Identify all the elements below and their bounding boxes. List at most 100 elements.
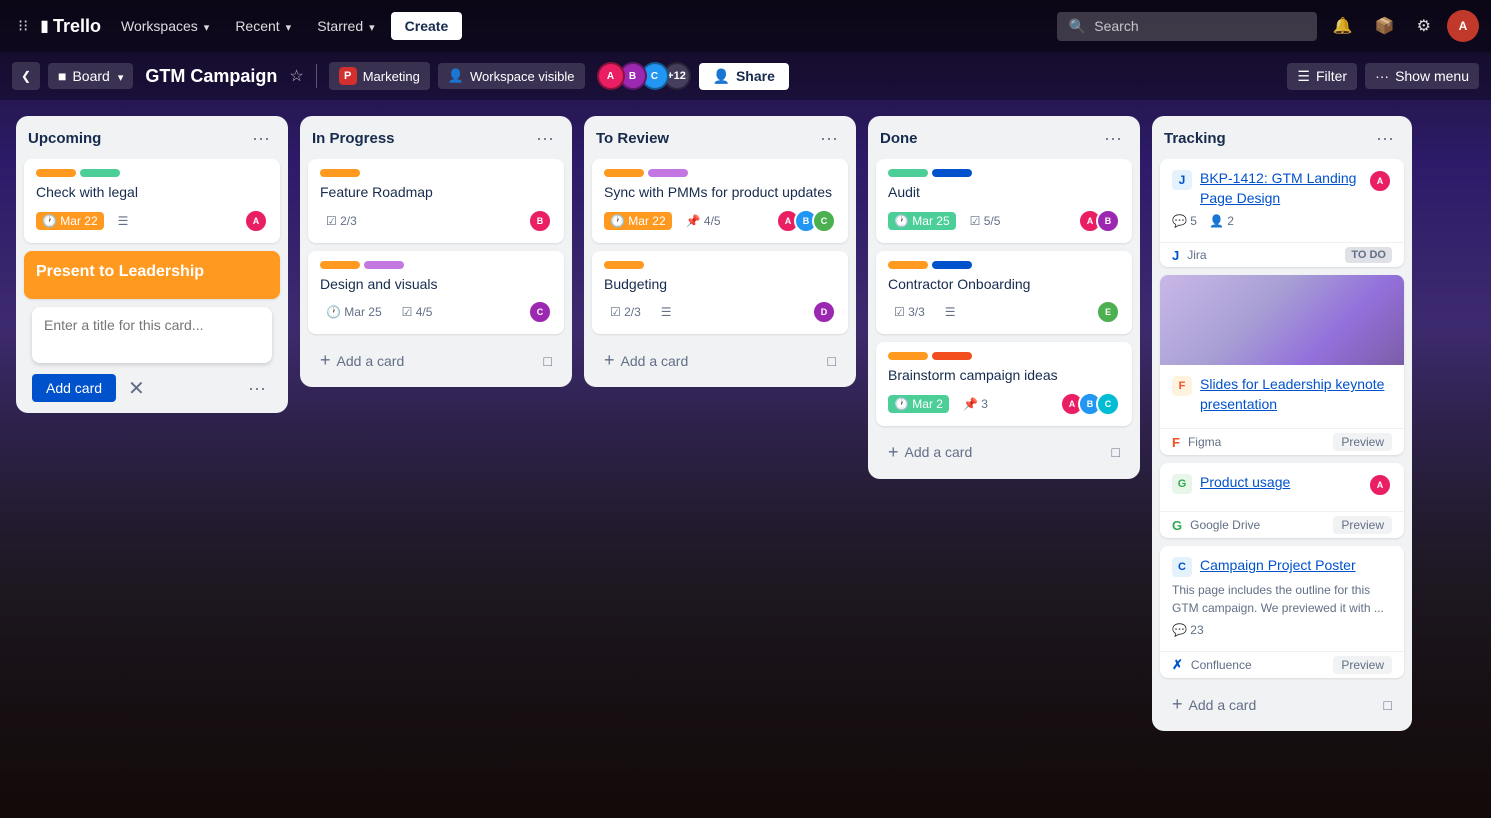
starred-nav[interactable]: Starred — [307, 12, 384, 40]
card-contractor-onboarding[interactable]: Contractor Onboarding ☑ 3/3 ☰ E — [876, 251, 1132, 335]
search-bar[interactable]: 🔍 — [1057, 12, 1317, 41]
list-menu-in-progress[interactable]: ··· — [530, 126, 560, 151]
settings-button[interactable]: ⚙ — [1411, 10, 1437, 42]
gdrive-source-icon: G — [1172, 518, 1182, 533]
preview-button-gdrive[interactable]: Preview — [1333, 516, 1392, 534]
card-desc-badge: ☰ — [939, 303, 962, 321]
show-menu-button[interactable]: ··· Show menu — [1365, 63, 1479, 89]
comment-count: 💬 23 — [1172, 623, 1204, 637]
source-name: Google Drive — [1190, 518, 1329, 532]
source-name: Jira — [1187, 248, 1341, 262]
list-menu-to-review[interactable]: ··· — [814, 126, 844, 151]
preview-button-confluence[interactable]: Preview — [1333, 656, 1392, 674]
tracking-card-title: Product usage — [1200, 473, 1364, 493]
card-desc-badge: ☰ — [655, 303, 678, 321]
list-menu-upcoming[interactable]: ··· — [246, 126, 276, 151]
card-brainstorm[interactable]: Brainstorm campaign ideas 🕐 Mar 2 📌 3 A … — [876, 342, 1132, 426]
label-green — [888, 169, 928, 177]
card-clips-badge: 📌 3 — [957, 395, 994, 413]
label-purple — [364, 261, 404, 269]
card-due-badge: 🕐 Mar 2 — [888, 395, 949, 413]
create-button[interactable]: Create — [391, 12, 463, 40]
card-avatar: B — [528, 209, 552, 233]
member-count: 👤 2 — [1209, 214, 1234, 228]
recent-nav[interactable]: Recent — [225, 12, 301, 40]
label-blue — [932, 261, 972, 269]
card-avatar: E — [1096, 300, 1120, 324]
tracking-card-avatar: A — [1368, 169, 1392, 193]
list-menu-tracking[interactable]: ··· — [1370, 126, 1400, 151]
source-name: Confluence — [1191, 658, 1329, 672]
star-board-button[interactable]: ☆ — [289, 66, 303, 86]
new-card-input[interactable] — [32, 307, 272, 363]
card-title: Design and visuals — [320, 275, 552, 295]
plus-icon: + — [1172, 694, 1183, 715]
card-due-badge: 🕐 Mar 25 — [888, 212, 956, 230]
board-view-label: Board — [72, 68, 109, 84]
label-orange — [320, 261, 360, 269]
card-feature-roadmap[interactable]: Feature Roadmap ☑ 2/3 B — [308, 159, 564, 243]
share-button[interactable]: 👤 Share — [699, 63, 789, 90]
list-title-done: Done — [880, 130, 1098, 147]
apps-button[interactable]: 📦 — [1369, 10, 1401, 42]
card-sync-pmms[interactable]: Sync with PMMs for product updates 🕐 Mar… — [592, 159, 848, 243]
tracking-card-product-usage[interactable]: G Product usage A G Google Drive Preview — [1160, 463, 1404, 538]
jira-source-icon: J — [1172, 248, 1179, 263]
tracking-card-campaign-poster[interactable]: C Campaign Project Poster This page incl… — [1160, 546, 1404, 678]
confluence-source-icon: ✗ — [1172, 657, 1183, 673]
tracking-card-slides[interactable]: F Slides for Leadership keynote presenta… — [1160, 275, 1404, 455]
add-card-in-progress[interactable]: + Add a card □ — [308, 342, 564, 379]
tracking-card-title: BKP-1412: GTM Landing Page Design — [1200, 169, 1364, 208]
card-template-icon: □ — [828, 353, 836, 369]
visibility-button[interactable]: 👤 Workspace visible — [438, 63, 585, 89]
search-input[interactable] — [1094, 18, 1294, 34]
card-design-visuals[interactable]: Design and visuals 🕐 Mar 25 ☑ 4/5 C — [308, 251, 564, 335]
card-due-badge: 🕐 Mar 25 — [320, 303, 388, 321]
workspaces-nav[interactable]: Workspaces — [111, 12, 219, 40]
add-card-done[interactable]: + Add a card □ — [876, 434, 1132, 471]
card-template-icon: □ — [1384, 697, 1392, 713]
card-budgeting[interactable]: Budgeting ☑ 2/3 ☰ D — [592, 251, 848, 335]
board-view-button[interactable]: ■ Board — [48, 63, 133, 89]
share-icon: 👤 — [713, 68, 730, 85]
add-card-cancel-button[interactable]: ✕ — [124, 372, 149, 405]
workspace-button[interactable]: P Marketing — [329, 62, 430, 90]
filter-label: Filter — [1316, 68, 1347, 84]
notifications-button[interactable]: 🔔 — [1327, 10, 1359, 42]
trello-logo-icon: ▮ — [40, 16, 49, 36]
list-title-to-review: To Review — [596, 130, 814, 147]
tracking-card-bkp1412[interactable]: J BKP-1412: GTM Landing Page Design A 💬 … — [1160, 159, 1404, 267]
card-checklist-badge: ☑ 5/5 — [964, 212, 1007, 230]
plus-icon: + — [320, 350, 331, 371]
plus-icon: + — [604, 350, 615, 371]
gdrive-icon: G — [1172, 474, 1192, 494]
comment-count: 💬 5 — [1172, 214, 1197, 228]
tracking-card-desc: This page includes the outline for this … — [1172, 581, 1392, 617]
list-menu-done[interactable]: ··· — [1098, 126, 1128, 151]
card-checklist-badge: ☑ 3/3 — [888, 303, 931, 321]
visibility-label: Workspace visible — [470, 69, 575, 84]
add-card-to-review[interactable]: + Add a card □ — [592, 342, 848, 379]
list-in-progress: In Progress ··· Feature Roadmap ☑ 2/3 B — [300, 116, 572, 387]
new-card-more-button[interactable]: ··· — [242, 374, 272, 403]
board-scroll[interactable]: Upcoming ··· Check with legal 🕐 Mar 22 ☰ — [0, 100, 1491, 818]
sidebar-toggle[interactable]: ❮ — [12, 62, 40, 90]
user-avatar[interactable]: A — [1447, 10, 1479, 42]
card-avatar-3: C — [1096, 392, 1120, 416]
trello-logo[interactable]: ▮ Trello — [40, 16, 101, 37]
preview-button-figma[interactable]: Preview — [1333, 433, 1392, 451]
source-name: Figma — [1188, 435, 1329, 449]
figma-icon: F — [1172, 376, 1192, 396]
grid-icon-button[interactable]: ⁝⁝ — [12, 10, 34, 42]
add-card-tracking[interactable]: + Add a card □ — [1160, 686, 1404, 723]
label-orange — [36, 169, 76, 177]
member-avatar-1[interactable]: A — [597, 62, 625, 90]
label-orange — [604, 261, 644, 269]
list-upcoming: Upcoming ··· Check with legal 🕐 Mar 22 ☰ — [16, 116, 288, 413]
card-title: Audit — [888, 183, 1120, 203]
card-audit[interactable]: Audit 🕐 Mar 25 ☑ 5/5 A B — [876, 159, 1132, 243]
add-card-submit-button[interactable]: Add card — [32, 374, 116, 402]
filter-button[interactable]: ☰ Filter — [1287, 63, 1357, 90]
jira-icon: J — [1172, 170, 1192, 190]
card-check-legal[interactable]: Check with legal 🕐 Mar 22 ☰ A — [24, 159, 280, 243]
